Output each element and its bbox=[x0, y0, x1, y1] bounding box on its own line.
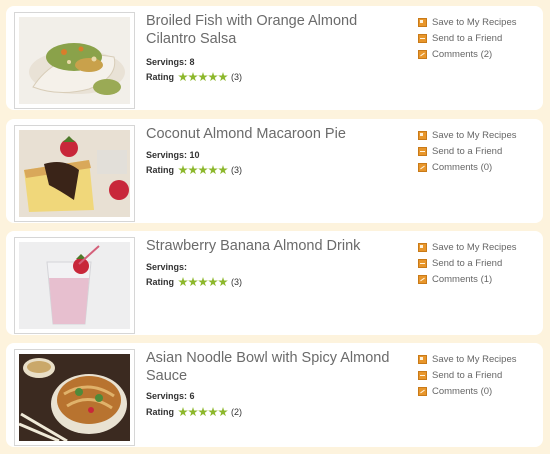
comments-link[interactable]: Comments (0) bbox=[418, 159, 540, 175]
recipe-card: Asian Noodle Bowl with Spicy Almond Sauc… bbox=[6, 343, 543, 447]
recipe-card: Strawberry Banana Almond Drink Servings:… bbox=[6, 231, 543, 335]
star-icon bbox=[218, 72, 228, 82]
rating: Rating (3) bbox=[146, 72, 242, 82]
save-label: Save to My Recipes bbox=[432, 129, 517, 141]
recipe-photo-pie bbox=[19, 130, 130, 217]
comments-link[interactable]: Comments (1) bbox=[418, 271, 540, 287]
comments-link[interactable]: Comments (0) bbox=[418, 383, 540, 399]
servings-text: Servings: 8 bbox=[146, 57, 195, 67]
star-icon bbox=[218, 407, 228, 417]
save-icon bbox=[418, 130, 427, 140]
servings-text: Servings: bbox=[146, 262, 188, 272]
comments-label: Comments (0) bbox=[432, 385, 493, 397]
save-icon bbox=[418, 242, 427, 252]
save-to-my-recipes-link[interactable]: Save to My Recipes bbox=[418, 239, 540, 255]
comments-link[interactable]: Comments (2) bbox=[418, 46, 540, 62]
save-label: Save to My Recipes bbox=[432, 353, 517, 365]
star-icon bbox=[178, 72, 188, 82]
send-to-friend-link[interactable]: Send to a Friend bbox=[418, 30, 540, 46]
comment-icon bbox=[418, 162, 427, 172]
star-icon bbox=[178, 277, 188, 287]
save-icon bbox=[418, 354, 427, 364]
comments-label: Comments (0) bbox=[432, 161, 493, 173]
recipe-card: Broiled Fish with Orange Almond Cilantro… bbox=[6, 6, 543, 110]
save-to-my-recipes-link[interactable]: Save to My Recipes bbox=[418, 127, 540, 143]
email-icon bbox=[418, 33, 427, 43]
rating-label: Rating bbox=[146, 165, 174, 175]
servings-text: Servings: 6 bbox=[146, 391, 195, 401]
recipe-photo-noodles bbox=[19, 354, 130, 441]
rating-count: (3) bbox=[231, 277, 242, 287]
send-to-friend-link[interactable]: Send to a Friend bbox=[418, 367, 540, 383]
rating: Rating (3) bbox=[146, 277, 242, 287]
email-icon bbox=[418, 258, 427, 268]
rating: Rating (2) bbox=[146, 407, 242, 417]
save-icon bbox=[418, 17, 427, 27]
recipe-thumbnail[interactable] bbox=[14, 12, 135, 109]
send-label: Send to a Friend bbox=[432, 145, 503, 157]
email-icon bbox=[418, 370, 427, 380]
star-icon bbox=[188, 277, 198, 287]
comments-label: Comments (2) bbox=[432, 48, 493, 60]
rating: Rating (3) bbox=[146, 165, 242, 175]
servings-text: Servings: 10 bbox=[146, 150, 200, 160]
recipe-actions: Save to My Recipes Send to a Friend Comm… bbox=[418, 351, 540, 399]
star-icon bbox=[188, 72, 198, 82]
recipe-actions: Save to My Recipes Send to a Friend Comm… bbox=[418, 239, 540, 287]
save-to-my-recipes-link[interactable]: Save to My Recipes bbox=[418, 351, 540, 367]
send-label: Send to a Friend bbox=[432, 369, 503, 381]
save-label: Save to My Recipes bbox=[432, 16, 517, 28]
recipe-title[interactable]: Strawberry Banana Almond Drink bbox=[146, 237, 396, 255]
comment-icon bbox=[418, 49, 427, 59]
rating-label: Rating bbox=[146, 277, 174, 287]
save-label: Save to My Recipes bbox=[432, 241, 517, 253]
star-icon bbox=[178, 407, 188, 417]
rating-stars bbox=[178, 407, 228, 417]
star-icon bbox=[198, 407, 208, 417]
rating-label: Rating bbox=[146, 407, 174, 417]
send-to-friend-link[interactable]: Send to a Friend bbox=[418, 255, 540, 271]
recipe-title[interactable]: Coconut Almond Macaroon Pie bbox=[146, 125, 396, 143]
send-to-friend-link[interactable]: Send to a Friend bbox=[418, 143, 540, 159]
star-icon bbox=[178, 165, 188, 175]
recipe-thumbnail[interactable] bbox=[14, 237, 135, 334]
rating-count: (3) bbox=[231, 72, 242, 82]
recipe-thumbnail[interactable] bbox=[14, 349, 135, 446]
rating-label: Rating bbox=[146, 72, 174, 82]
star-icon bbox=[198, 165, 208, 175]
comment-icon bbox=[418, 274, 427, 284]
rating-stars bbox=[178, 165, 228, 175]
send-label: Send to a Friend bbox=[432, 257, 503, 269]
comments-label: Comments (1) bbox=[432, 273, 493, 285]
recipe-actions: Save to My Recipes Send to a Friend Comm… bbox=[418, 127, 540, 175]
star-icon bbox=[188, 407, 198, 417]
email-icon bbox=[418, 146, 427, 156]
star-icon bbox=[208, 72, 218, 82]
recipe-photo-drink bbox=[19, 242, 130, 329]
rating-count: (2) bbox=[231, 407, 242, 417]
star-icon bbox=[218, 165, 228, 175]
recipe-photo-fish bbox=[19, 17, 130, 104]
rating-stars bbox=[178, 72, 228, 82]
star-icon bbox=[198, 277, 208, 287]
recipe-title[interactable]: Asian Noodle Bowl with Spicy Almond Sauc… bbox=[146, 349, 396, 385]
comment-icon bbox=[418, 386, 427, 396]
star-icon bbox=[208, 407, 218, 417]
recipe-actions: Save to My Recipes Send to a Friend Comm… bbox=[418, 14, 540, 62]
rating-stars bbox=[178, 277, 228, 287]
save-to-my-recipes-link[interactable]: Save to My Recipes bbox=[418, 14, 540, 30]
recipe-card: Coconut Almond Macaroon Pie Servings: 10… bbox=[6, 119, 543, 223]
star-icon bbox=[208, 277, 218, 287]
star-icon bbox=[208, 165, 218, 175]
star-icon bbox=[218, 277, 228, 287]
star-icon bbox=[188, 165, 198, 175]
recipe-title[interactable]: Broiled Fish with Orange Almond Cilantro… bbox=[146, 12, 396, 48]
send-label: Send to a Friend bbox=[432, 32, 503, 44]
recipe-thumbnail[interactable] bbox=[14, 125, 135, 222]
star-icon bbox=[198, 72, 208, 82]
rating-count: (3) bbox=[231, 165, 242, 175]
